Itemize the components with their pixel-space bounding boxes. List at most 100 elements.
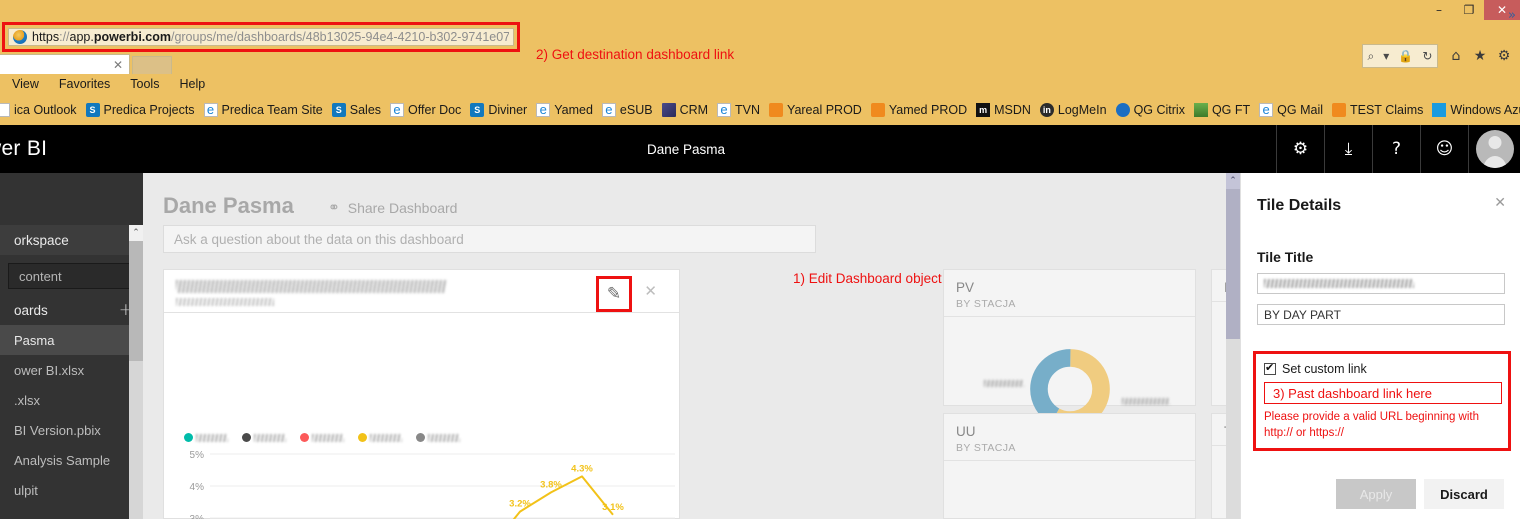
menu-item-help[interactable]: Help <box>169 77 215 91</box>
tile-line-chart[interactable]: ✎ ✕ 1%2%3%4%5%2.2%2.6%1.7%1.4%1.4%1.8%1.… <box>163 269 680 519</box>
outlook-icon <box>0 102 10 117</box>
minimize-icon[interactable]: – <box>1424 0 1454 20</box>
sidebar-scroll-thumb[interactable] <box>129 241 143 361</box>
sidebar-item[interactable]: ower BI.xlsx <box>0 355 143 385</box>
powerbi-logo[interactable]: ower BI <box>0 137 47 161</box>
avatar[interactable] <box>1475 130 1514 168</box>
favorite-item[interactable]: e Yamed <box>536 102 593 117</box>
qna-input[interactable]: Ask a question about the data on this da… <box>163 225 816 253</box>
set-custom-link-checkbox[interactable] <box>1264 361 1276 375</box>
screen: – ❐ ✕ https://app.powerbi.com/groups/me/… <box>0 0 1520 519</box>
browser-tab[interactable]: ✕ <box>0 54 130 74</box>
download-icon[interactable]: ⤓ <box>1324 125 1372 173</box>
favorite-item[interactable]: QG Citrix <box>1115 102 1185 117</box>
favorite-label: Offer Doc <box>408 102 462 117</box>
menu-item-tools[interactable]: Tools <box>120 77 169 91</box>
feedback-icon[interactable]: ☺ <box>1420 125 1468 173</box>
browser-chrome: – ❐ ✕ https://app.powerbi.com/groups/me/… <box>0 0 1520 125</box>
legend-entry[interactable] <box>416 433 460 442</box>
canvas-scroll-thumb[interactable] <box>1226 189 1240 339</box>
favorite-item[interactable]: e Offer Doc <box>390 102 462 117</box>
canvas-scroll-up-icon[interactable]: ⌃ <box>1226 173 1240 189</box>
custom-link-input[interactable]: 3) Past dashboard link here <box>1264 382 1502 404</box>
settings-icon[interactable]: ⚙ <box>1276 125 1324 173</box>
address-bar[interactable]: https://app.powerbi.com/groups/me/dashbo… <box>8 28 514 46</box>
discard-button[interactable]: Discard <box>1424 479 1504 509</box>
favorite-label: QG FT <box>1211 102 1251 117</box>
favorite-item[interactable]: ica Outlook <box>0 102 77 117</box>
favorite-item[interactable]: e Predica Team Site <box>203 102 323 117</box>
remove-tile-icon[interactable]: ✕ <box>644 282 657 300</box>
legend-label-redacted <box>312 433 344 442</box>
favorite-item[interactable]: QG FT <box>1193 102 1251 117</box>
legend-entry[interactable] <box>300 433 344 442</box>
favorites-overflow-icon[interactable]: » <box>1508 8 1516 23</box>
tab-close-icon[interactable]: ✕ <box>113 58 123 72</box>
favorite-label: MSDN <box>994 102 1031 117</box>
restore-icon[interactable]: ❐ <box>1454 0 1484 20</box>
sidebar: orkspace content oards + Pasma ower BI.xl… <box>0 173 143 519</box>
favorite-item[interactable]: S Sales <box>331 102 381 117</box>
tile-uu[interactable]: UU BY STACJA <box>943 413 1196 519</box>
favorite-item[interactable]: S Diviner <box>470 102 528 117</box>
menu-item-view[interactable]: View <box>2 77 49 91</box>
favorite-item[interactable]: Yareal PROD <box>769 102 862 117</box>
search-input[interactable]: content <box>8 263 135 289</box>
powerbi-icon <box>870 102 885 117</box>
legend-color-swatch <box>358 433 367 442</box>
powerbi-icon <box>1332 102 1346 117</box>
breadcrumb: Dane Pasma <box>647 142 726 157</box>
legend-label-redacted <box>196 433 228 442</box>
ie-icon: e <box>717 102 732 117</box>
help-icon[interactable]: ? <box>1372 125 1420 173</box>
tile-title-input[interactable] <box>1257 273 1505 294</box>
ie-icon: e <box>390 102 405 117</box>
new-tab-button[interactable] <box>132 56 172 74</box>
favorite-item[interactable]: e QG Mail <box>1259 102 1323 117</box>
favorite-item[interactable]: e TVN <box>717 102 760 117</box>
legend-entry[interactable] <box>358 433 402 442</box>
sidebar-item[interactable]: .xlsx <box>0 385 143 415</box>
menu-item-favorites[interactable]: Favorites <box>49 77 120 91</box>
sidebar-scrollbar[interactable]: ⌃ <box>129 225 143 519</box>
tile-pv[interactable]: PV BY STACJA <box>943 269 1196 429</box>
avatar-cell[interactable] <box>1468 125 1520 173</box>
sidebar-item[interactable]: ulpit <box>0 475 143 505</box>
y-axis-tick-label: 4% <box>190 482 205 493</box>
canvas-scrollbar[interactable]: ⌃ <box>1226 173 1240 519</box>
chart-plot-area: 1%2%3%4%5%2.2%2.6%1.7%1.4%1.4%1.8%1.9%2.… <box>184 450 681 519</box>
favorite-item[interactable]: S Predica Projects <box>85 102 195 117</box>
favorite-item[interactable]: in LogMeIn <box>1039 102 1107 117</box>
legend-color-swatch <box>184 433 193 442</box>
favorite-item[interactable]: TEST Claims <box>1332 102 1423 117</box>
share-icon: ⚭ <box>328 200 340 216</box>
sharepoint-icon: S <box>85 102 100 117</box>
panel-close-icon[interactable]: ✕ <box>1494 195 1506 211</box>
favorite-item[interactable]: e eSUB <box>601 102 653 117</box>
legend-entry[interactable] <box>242 433 286 442</box>
favorite-item[interactable]: CRM <box>661 102 708 117</box>
scroll-up-icon[interactable]: ⌃ <box>129 225 143 241</box>
pencil-icon[interactable]: ✎ <box>607 284 621 304</box>
donut-label-right-redacted <box>1122 398 1170 405</box>
set-custom-link-row[interactable]: Set custom link <box>1264 361 1367 376</box>
crm-icon <box>661 102 676 117</box>
sidebar-item[interactable]: Analysis Sample <box>0 445 143 475</box>
favorite-item[interactable]: Windows Azure <box>1432 102 1520 117</box>
share-dashboard-button[interactable]: ⚭ Share Dashboard <box>328 200 457 216</box>
url-host: powerbi.com <box>93 30 171 44</box>
address-bar-text: https://app.powerbi.com/groups/me/dashbo… <box>32 30 509 44</box>
apply-button[interactable]: Apply <box>1336 479 1416 509</box>
favorite-item[interactable]: Yamed PROD <box>870 102 967 117</box>
sidebar-item[interactable]: Pasma <box>0 325 143 355</box>
sidebar-workspace-header[interactable]: orkspace <box>0 225 143 255</box>
tile-subtitle-input[interactable]: BY DAY PART <box>1257 304 1505 325</box>
favorite-label: Diviner <box>488 102 528 117</box>
favorite-label: QG Citrix <box>1133 102 1185 117</box>
legend-color-swatch <box>416 433 425 442</box>
legend-entry[interactable] <box>184 433 228 442</box>
powerbi-icon <box>769 102 784 117</box>
sidebar-item[interactable]: BI Version.pbix <box>0 415 143 445</box>
favorite-item[interactable]: m MSDN <box>976 102 1031 117</box>
sidebar-dashboards-header[interactable]: oards + <box>0 295 143 325</box>
